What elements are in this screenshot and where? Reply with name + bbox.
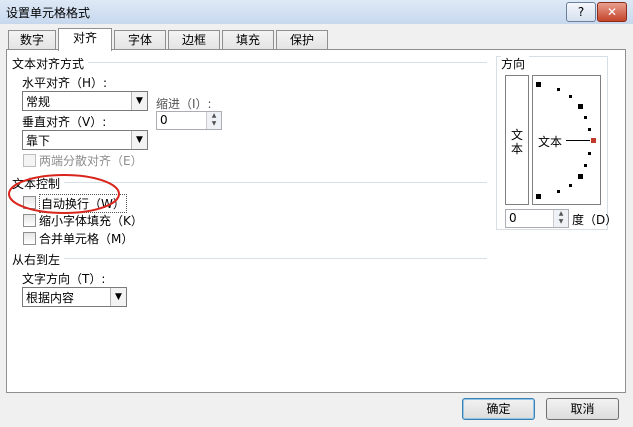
- dial-marker: [584, 164, 587, 167]
- dial-marker: [584, 116, 587, 119]
- chevron-down-icon[interactable]: ▼: [131, 92, 147, 110]
- dial-marker: [536, 82, 541, 87]
- tab-protection[interactable]: 保护: [276, 30, 328, 50]
- dial-marker: [578, 104, 583, 109]
- vertical-text-label: 文本: [511, 128, 524, 156]
- tab-alignment[interactable]: 对齐: [58, 28, 112, 51]
- spin-arrows-icon[interactable]: ▲ ▼: [553, 210, 568, 227]
- vertical-align-select[interactable]: 靠下 ▼: [22, 130, 148, 150]
- highlight-circle: [8, 174, 120, 214]
- text-direction-value: 根据内容: [26, 291, 75, 305]
- close-button[interactable]: ✕: [597, 2, 627, 22]
- dial-marker: [557, 88, 560, 91]
- horizontal-align-label: 水平对齐（H）:: [22, 76, 108, 90]
- degree-label: 度（D）: [572, 213, 618, 227]
- vertical-align-label: 垂直对齐（V）:: [22, 115, 107, 129]
- merge-cells-label: 合并单元格（M）: [39, 232, 134, 246]
- spin-arrows-icon[interactable]: ▲ ▼: [206, 112, 221, 129]
- degree-value: 0: [509, 211, 517, 225]
- vertical-align-value: 靠下: [26, 134, 51, 148]
- chevron-down-icon[interactable]: ▼: [110, 288, 126, 306]
- justify-distributed-label: 两端分散对齐（E）: [39, 154, 143, 168]
- vertical-text-box[interactable]: 文本: [505, 75, 529, 205]
- dial-marker: [569, 95, 572, 98]
- horizontal-text-label: 文本: [538, 135, 563, 149]
- text-direction-select[interactable]: 根据内容 ▼: [22, 287, 127, 307]
- indent-stepper[interactable]: 0 ▲ ▼: [156, 111, 222, 130]
- dial-marker: [588, 128, 591, 131]
- degree-stepper[interactable]: 0 ▲ ▼: [505, 209, 569, 228]
- ok-button[interactable]: 确定: [462, 398, 535, 420]
- dial-pointer[interactable]: [591, 138, 596, 143]
- orientation-title: 方向: [501, 55, 530, 72]
- dial-marker: [588, 152, 591, 155]
- merge-cells-checkbox[interactable]: [23, 232, 36, 245]
- help-button[interactable]: ?: [566, 2, 596, 22]
- cancel-button[interactable]: 取消: [546, 398, 619, 420]
- title-bar: [0, 0, 633, 25]
- text-alignment-title: 文本对齐方式: [12, 55, 89, 72]
- tab-border[interactable]: 边框: [168, 30, 220, 50]
- tab-font[interactable]: 字体: [114, 30, 166, 50]
- rtl-title: 从右到左: [12, 251, 65, 268]
- dial-marker: [557, 190, 560, 193]
- tab-number[interactable]: 数字: [8, 30, 56, 50]
- horizontal-align-value: 常规: [26, 95, 51, 109]
- dial-marker: [578, 174, 583, 179]
- text-direction-label: 文字方向（T）:: [22, 272, 106, 286]
- horizontal-align-select[interactable]: 常规 ▼: [22, 91, 148, 111]
- orientation-line: [566, 140, 590, 141]
- justify-distributed-checkbox[interactable]: [23, 154, 36, 167]
- window-title: 设置单元格格式: [6, 6, 91, 20]
- tab-fill[interactable]: 填充: [222, 30, 274, 50]
- section-divider: [12, 258, 487, 259]
- dial-marker: [536, 194, 541, 199]
- indent-value: 0: [160, 113, 168, 127]
- chevron-down-icon[interactable]: ▼: [131, 131, 147, 149]
- orientation-dial[interactable]: 文本: [532, 75, 601, 205]
- dial-marker: [569, 184, 572, 187]
- indent-label: 缩进（I）:: [156, 97, 212, 111]
